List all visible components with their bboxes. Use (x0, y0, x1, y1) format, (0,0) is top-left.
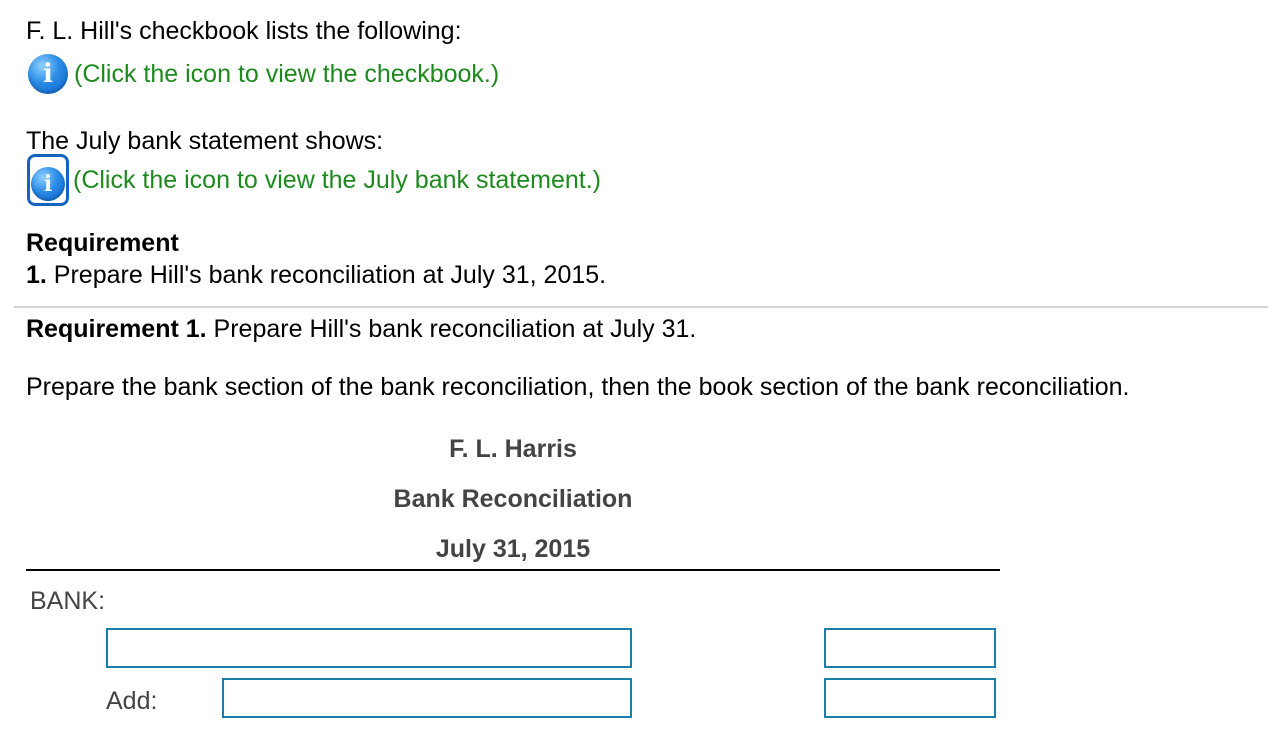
add-label: Add: (106, 687, 158, 715)
statement-link[interactable]: i (Click the icon to view the July bank … (27, 154, 601, 206)
task-requirement-label: Requirement 1. (26, 315, 207, 343)
checkbook-link-label[interactable]: (Click the icon to view the checkbook.) (74, 59, 499, 89)
bank-balance-description-input[interactable] (106, 628, 632, 668)
statement-intro-text: The July bank statement shows: (26, 127, 384, 155)
requirement-item-text: Prepare Hill's bank reconciliation at Ju… (46, 261, 607, 289)
statement-link-label[interactable]: (Click the icon to view the July bank st… (73, 165, 601, 195)
company-name: F. L. Harris (449, 435, 577, 463)
checkbook-intro-text: F. L. Hill's checkbook lists the followi… (26, 17, 462, 45)
info-icon[interactable]: i (31, 167, 65, 201)
task-instruction: Prepare the bank section of the bank rec… (26, 373, 1130, 401)
statement-date: July 31, 2015 (435, 535, 591, 563)
section-divider (14, 306, 1268, 308)
header-rule (26, 569, 1000, 571)
task-requirement: Requirement 1. Prepare Hill's bank recon… (26, 314, 696, 344)
task-requirement-text: Prepare Hill's bank reconciliation at Ju… (206, 315, 697, 343)
focused-info-button[interactable]: i (27, 154, 69, 206)
bank-balance-amount-input[interactable] (824, 628, 996, 668)
statement-title: Bank Reconciliation (393, 485, 633, 513)
requirement-heading: Requirement (26, 229, 179, 257)
checkbook-link[interactable]: i (Click the icon to view the checkbook.… (28, 54, 499, 94)
add-amount-input[interactable] (824, 678, 996, 718)
info-icon[interactable]: i (28, 54, 68, 94)
bank-section-label: BANK: (30, 587, 106, 615)
requirement-item-number: 1. (26, 261, 47, 289)
requirement-item: 1. Prepare Hill's bank reconciliation at… (26, 260, 606, 290)
add-description-input[interactable] (222, 678, 632, 718)
